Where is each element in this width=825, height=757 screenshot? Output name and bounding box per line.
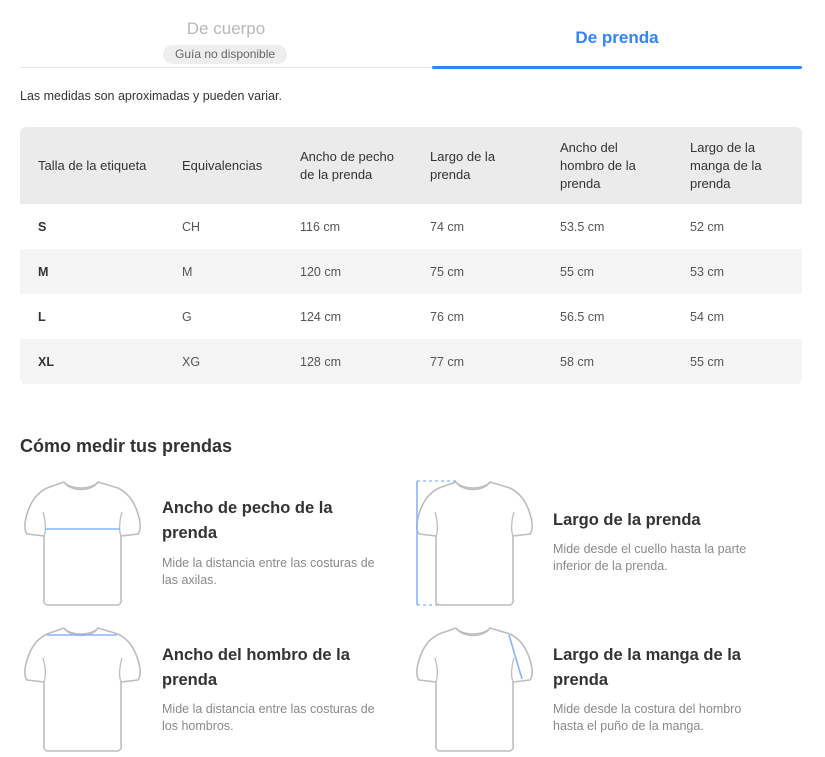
measure-description: Mide la distancia entre las costuras de … bbox=[162, 556, 375, 587]
header-size-label: Talla de la etiqueta bbox=[38, 157, 147, 173]
measure-guide-sleeve-length: Largo de la manga de la prenda Mide desd… bbox=[412, 622, 792, 757]
approximation-note: Las medidas son aproximadas y pueden var… bbox=[20, 89, 282, 103]
measure-description: Mide la distancia entre las costuras de … bbox=[162, 702, 375, 733]
unavailable-badge: Guía no disponible bbox=[163, 45, 288, 64]
equivalence-cell: G bbox=[182, 309, 192, 324]
how-to-measure-title: Cómo medir tus prendas bbox=[20, 436, 233, 456]
size-cell: L bbox=[38, 309, 46, 324]
measure-guide-shoulder-width: Ancho del hombro de la prenda Mide la di… bbox=[20, 622, 400, 757]
measure-guide-chest-width: Ancho de pecho de la prenda Mide la dist… bbox=[20, 476, 400, 611]
length-cell: 75 cm bbox=[430, 264, 465, 279]
shoulder-width-cell: 58 cm bbox=[560, 354, 595, 369]
table-row: XL XG 128 cm 77 cm 58 cm 55 cm bbox=[20, 339, 802, 384]
chest-width-cell: 116 cm bbox=[300, 219, 341, 234]
sleeve-length-cell: 53 cm bbox=[690, 264, 725, 279]
header-equivalences: Equivalencias bbox=[182, 157, 263, 173]
equivalence-cell: XG bbox=[182, 354, 201, 369]
length-cell: 77 cm bbox=[430, 354, 465, 369]
measure-type-tabs: De cuerpo Guía no disponible De prenda bbox=[20, 0, 802, 69]
size-cell: XL bbox=[38, 354, 54, 369]
table-row: L G 124 cm 76 cm 56.5 cm 54 cm bbox=[20, 294, 802, 339]
shirt-sleeve-length-icon bbox=[415, 627, 534, 752]
shoulder-width-cell: 53.5 cm bbox=[560, 219, 605, 234]
size-table: Talla de la etiqueta Equivalencias Ancho… bbox=[20, 127, 802, 384]
measure-title: Ancho de pecho de la prenda bbox=[162, 499, 333, 542]
chest-width-cell: 128 cm bbox=[300, 354, 341, 369]
table-header-row: Talla de la etiqueta Equivalencias Ancho… bbox=[20, 127, 802, 204]
shirt-chest-width-icon bbox=[23, 481, 142, 606]
measure-description: Mide desde el cuello hasta la parte infe… bbox=[553, 542, 747, 573]
size-cell: S bbox=[38, 219, 47, 234]
measure-title: Ancho del hombro de la prenda bbox=[162, 646, 350, 689]
measure-guide-length: Largo de la prenda Mide desde el cuello … bbox=[412, 476, 792, 611]
shoulder-width-cell: 55 cm bbox=[560, 264, 595, 279]
tab-garment-label: De prenda bbox=[575, 28, 659, 47]
active-tab-indicator bbox=[432, 66, 802, 69]
header-length: Largo de la prenda bbox=[430, 148, 496, 182]
chest-width-cell: 124 cm bbox=[300, 309, 341, 324]
table-row: M M 120 cm 75 cm 55 cm 53 cm bbox=[20, 249, 802, 294]
tab-body-measures[interactable]: De cuerpo Guía no disponible bbox=[20, 0, 432, 68]
header-shoulder-width: Ancho del hombro de la prenda bbox=[560, 139, 636, 191]
header-sleeve-length: Largo de la manga de la prenda bbox=[690, 139, 762, 191]
shoulder-width-cell: 56.5 cm bbox=[560, 309, 605, 324]
equivalence-cell: M bbox=[182, 264, 193, 279]
sleeve-length-cell: 52 cm bbox=[690, 219, 725, 234]
sleeve-length-cell: 55 cm bbox=[690, 354, 725, 369]
header-chest-width: Ancho de pecho de la prenda bbox=[300, 148, 394, 182]
table-row: S CH 116 cm 74 cm 53.5 cm 52 cm bbox=[20, 204, 802, 249]
size-table-container: Talla de la etiqueta Equivalencias Ancho… bbox=[20, 127, 802, 384]
shirt-shoulder-width-icon bbox=[23, 627, 142, 752]
size-cell: M bbox=[38, 264, 49, 279]
length-cell: 76 cm bbox=[430, 309, 465, 324]
measure-description: Mide desde la costura del hombro hasta e… bbox=[553, 702, 742, 733]
measure-title: Largo de la manga de la prenda bbox=[553, 646, 741, 689]
length-cell: 74 cm bbox=[430, 219, 465, 234]
sleeve-length-cell: 54 cm bbox=[690, 309, 725, 324]
equivalence-cell: CH bbox=[182, 219, 201, 234]
tab-garment-measures[interactable]: De prenda bbox=[432, 0, 802, 69]
chest-width-cell: 120 cm bbox=[300, 264, 341, 279]
tab-body-label: De cuerpo bbox=[186, 19, 266, 38]
measure-title: Largo de la prenda bbox=[553, 511, 701, 529]
shirt-length-icon bbox=[415, 480, 534, 606]
